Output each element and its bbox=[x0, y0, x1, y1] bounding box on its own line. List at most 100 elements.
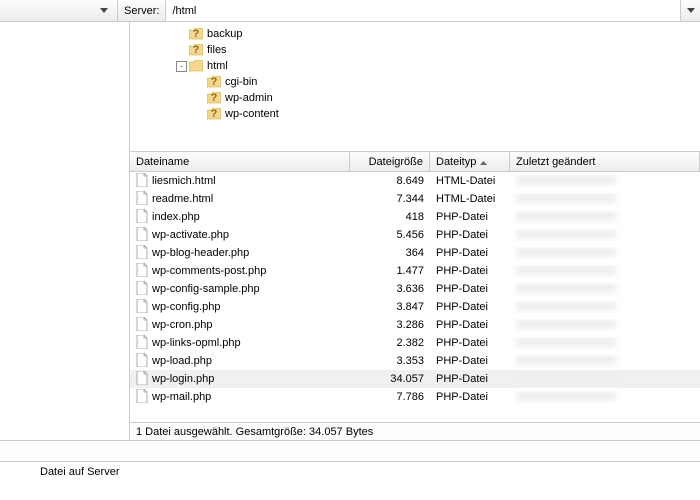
file-row[interactable]: readme.html 7.344HTML-Datei bbox=[130, 190, 700, 208]
file-type: HTML-Datei bbox=[430, 193, 510, 205]
remote-tree[interactable]: ?backup?files-html?cgi-bin?wp-admin?wp-c… bbox=[130, 22, 700, 152]
file-row[interactable]: wp-config-sample.php3.636PHP-Datei bbox=[130, 280, 700, 298]
file-name: liesmich.html bbox=[152, 175, 216, 187]
file-type: PHP-Datei bbox=[430, 373, 510, 385]
file-size: 3.286 bbox=[350, 319, 430, 331]
file-row[interactable]: wp-links-opml.php2.382PHP-Datei bbox=[130, 334, 700, 352]
tree-item-label: backup bbox=[205, 28, 242, 40]
server-path-input[interactable] bbox=[166, 0, 680, 21]
file-row[interactable]: wp-activate.php5.456PHP-Datei bbox=[130, 226, 700, 244]
folder-unknown-icon: ? bbox=[189, 43, 203, 57]
file-size: 8.649 bbox=[350, 175, 430, 187]
file-icon bbox=[136, 317, 148, 334]
column-header-modified[interactable]: Zuletzt geändert bbox=[510, 152, 700, 171]
chevron-down-icon bbox=[100, 8, 108, 13]
tree-item-label: files bbox=[205, 44, 227, 56]
file-type: PHP-Datei bbox=[430, 229, 510, 241]
column-header-type[interactable]: Dateityp bbox=[430, 152, 510, 171]
file-size: 7.344 bbox=[350, 193, 430, 205]
svg-text:?: ? bbox=[211, 92, 218, 104]
file-icon bbox=[136, 227, 148, 244]
file-name: wp-config.php bbox=[152, 301, 221, 313]
file-row[interactable]: wp-blog-header.php364PHP-Datei bbox=[130, 244, 700, 262]
tree-item[interactable]: ? cgi-bin bbox=[136, 74, 694, 90]
folder-unknown-icon: ? bbox=[207, 91, 221, 105]
tree-item[interactable]: ? wp-content bbox=[136, 106, 694, 122]
sort-ascending-icon bbox=[480, 156, 487, 168]
tree-item-label: html bbox=[205, 60, 228, 72]
file-grid-body[interactable]: liesmich.html 8.649HTML-Datei readme.html 7… bbox=[130, 172, 700, 422]
file-modified bbox=[510, 337, 700, 350]
tree-item-label: wp-admin bbox=[223, 92, 273, 104]
tree-item[interactable]: - html bbox=[136, 58, 694, 74]
file-modified bbox=[510, 319, 700, 332]
file-row[interactable]: index.php 418PHP-Datei bbox=[130, 208, 700, 226]
file-row[interactable]: wp-load.php 3.353PHP-Datei bbox=[130, 352, 700, 370]
file-modified bbox=[510, 193, 700, 206]
file-name: wp-cron.php bbox=[152, 319, 213, 331]
file-name: index.php bbox=[152, 211, 200, 223]
svg-text:?: ? bbox=[211, 108, 218, 120]
file-row[interactable]: liesmich.html 8.649HTML-Datei bbox=[130, 172, 700, 190]
path-dropdown-button[interactable] bbox=[680, 0, 700, 21]
file-modified bbox=[510, 355, 700, 368]
file-modified bbox=[510, 211, 700, 224]
history-dropdown-button[interactable] bbox=[97, 4, 111, 18]
file-type: PHP-Datei bbox=[430, 211, 510, 223]
file-size: 2.382 bbox=[350, 337, 430, 349]
folder-icon bbox=[189, 59, 203, 73]
address-bar: Server: bbox=[0, 0, 700, 22]
file-icon bbox=[136, 371, 148, 388]
status-bar: 1 Datei ausgewählt. Gesamtgröße: 34.057 … bbox=[130, 422, 700, 440]
file-type: PHP-Datei bbox=[430, 283, 510, 295]
left-toolbar-gap bbox=[0, 0, 118, 21]
tree-item[interactable]: ?files bbox=[136, 42, 694, 58]
file-modified bbox=[510, 247, 700, 260]
file-size: 7.786 bbox=[350, 391, 430, 403]
divider bbox=[0, 440, 700, 462]
file-modified bbox=[510, 373, 700, 386]
column-header-name[interactable]: Dateiname bbox=[130, 152, 350, 171]
file-modified bbox=[510, 265, 700, 278]
queue-label: Datei auf Server bbox=[40, 466, 119, 478]
file-modified bbox=[510, 229, 700, 242]
file-type: PHP-Datei bbox=[430, 391, 510, 403]
column-header-type-label: Dateityp bbox=[436, 156, 476, 168]
file-size: 418 bbox=[350, 211, 430, 223]
left-panel bbox=[0, 22, 130, 440]
file-row[interactable]: wp-login.php 34.057PHP-Datei bbox=[130, 370, 700, 388]
file-size: 3.636 bbox=[350, 283, 430, 295]
file-icon bbox=[136, 263, 148, 280]
file-name: readme.html bbox=[152, 193, 213, 205]
file-type: PHP-Datei bbox=[430, 247, 510, 259]
file-row[interactable]: wp-cron.php3.286PHP-Datei bbox=[130, 316, 700, 334]
tree-item[interactable]: ? wp-admin bbox=[136, 90, 694, 106]
svg-text:?: ? bbox=[193, 28, 200, 40]
folder-unknown-icon: ? bbox=[189, 27, 203, 41]
tree-item-label: cgi-bin bbox=[223, 76, 257, 88]
file-name: wp-login.php bbox=[152, 373, 214, 385]
file-row[interactable]: wp-config.php3.847PHP-Datei bbox=[130, 298, 700, 316]
file-type: PHP-Datei bbox=[430, 265, 510, 277]
file-modified bbox=[510, 175, 700, 188]
file-modified bbox=[510, 283, 700, 296]
file-type: HTML-Datei bbox=[430, 175, 510, 187]
tree-item[interactable]: ? backup bbox=[136, 26, 694, 42]
file-size: 34.057 bbox=[350, 373, 430, 385]
file-row[interactable]: wp-mail.php 7.786PHP-Datei bbox=[130, 388, 700, 406]
file-name: wp-blog-header.php bbox=[152, 247, 249, 259]
tree-item-label: wp-content bbox=[223, 108, 279, 120]
file-icon bbox=[136, 245, 148, 262]
svg-text:?: ? bbox=[211, 76, 218, 88]
file-name: wp-load.php bbox=[152, 355, 212, 367]
collapse-button[interactable]: - bbox=[176, 61, 187, 72]
file-row[interactable]: wp-comments-post.php1.477PHP-Datei bbox=[130, 262, 700, 280]
file-size: 3.353 bbox=[350, 355, 430, 367]
file-icon bbox=[136, 191, 148, 208]
column-header-size[interactable]: Dateigröße bbox=[350, 152, 430, 171]
folder-unknown-icon: ? bbox=[207, 75, 221, 89]
file-type: PHP-Datei bbox=[430, 355, 510, 367]
file-name: wp-comments-post.php bbox=[152, 265, 266, 277]
file-modified bbox=[510, 301, 700, 314]
file-name: wp-mail.php bbox=[152, 391, 211, 403]
